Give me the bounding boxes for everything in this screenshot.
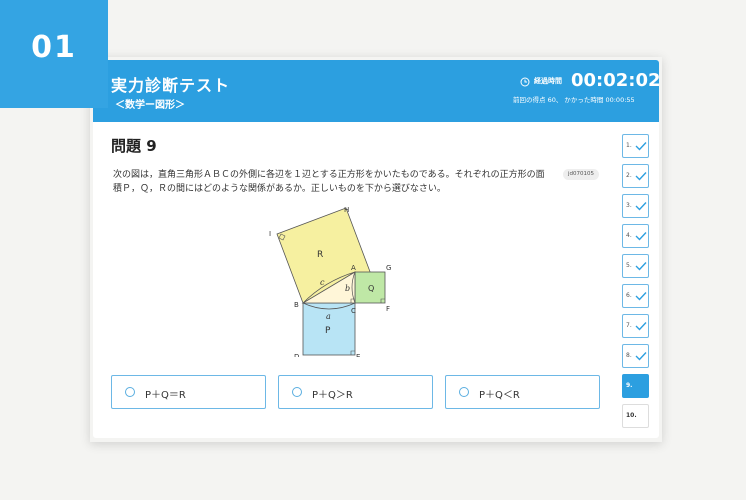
label-b: B	[294, 301, 299, 309]
label-area-r: R	[317, 250, 323, 260]
label-area-p: P	[325, 326, 331, 336]
test-card: 実力診断テスト ＜数学ー図形＞ 経過時間 00:02:02 前回の得点 60、 …	[93, 60, 659, 438]
timer-label: 経過時間	[534, 77, 562, 85]
radio-button[interactable]	[292, 387, 302, 397]
question-nav-label: 4.	[626, 232, 632, 239]
question-nav-label: 6.	[626, 292, 632, 299]
label-c: C	[351, 307, 356, 315]
label-f: F	[386, 305, 390, 313]
question-nav-label: 1.	[626, 142, 632, 149]
check-icon	[635, 232, 647, 241]
question-nav-9[interactable]: 9.	[622, 374, 649, 398]
question-nav-label: 8.	[626, 352, 632, 359]
elapsed-timer: 00:02:02	[571, 70, 659, 91]
check-icon	[635, 352, 647, 361]
clock-icon	[520, 77, 530, 87]
test-title: 実力診断テスト	[111, 76, 231, 95]
label-side-a: a	[326, 312, 331, 321]
question-nav-label: 3.	[626, 202, 632, 209]
question-nav-2[interactable]: 2.	[622, 164, 649, 188]
test-subtitle: ＜数学ー図形＞	[115, 100, 185, 111]
radio-button[interactable]	[459, 387, 469, 397]
answer-option-1[interactable]: P＋Q＝R	[111, 375, 266, 409]
question-nav-label: 7.	[626, 322, 632, 329]
question-nav-4[interactable]: 4.	[622, 224, 649, 248]
previous-result: 前回の得点 60、 かかった時間 00:00:55	[513, 96, 635, 104]
check-icon	[635, 262, 647, 271]
step-badge: 01	[0, 0, 108, 108]
question-nav-5[interactable]: 5.	[622, 254, 649, 278]
question-nav-8[interactable]: 8.	[622, 344, 649, 368]
label-e: E	[356, 353, 360, 357]
question-id-badge: jd070105	[563, 169, 599, 180]
question-nav-6[interactable]: 6.	[622, 284, 649, 308]
check-icon	[635, 142, 647, 151]
label-h: H	[344, 207, 349, 214]
label-side-c: c	[320, 278, 325, 287]
step-number: 01	[31, 30, 77, 65]
question-nav-label: 10.	[626, 412, 637, 419]
label-g: G	[386, 264, 391, 272]
pythagoras-figure: H I A G B C F D E R P Q c a b	[269, 207, 391, 357]
answer-option-2[interactable]: P＋Q＞R	[278, 375, 433, 409]
answer-option-3[interactable]: P＋Q＜R	[445, 375, 600, 409]
label-i: I	[269, 230, 271, 238]
check-icon	[635, 292, 647, 301]
answer-label: P＋Q＜R	[479, 390, 520, 401]
radio-button[interactable]	[125, 387, 135, 397]
question-nav-label: 9.	[626, 382, 633, 389]
check-icon	[635, 202, 647, 211]
test-header: 実力診断テスト ＜数学ー図形＞ 経過時間 00:02:02 前回の得点 60、 …	[93, 60, 659, 122]
question-nav-label: 2.	[626, 172, 632, 179]
label-a: A	[351, 264, 356, 272]
check-icon	[635, 322, 647, 331]
question-text: 次の図は，直角三角形ＡＢＣの外側に各辺を１辺とする正方形をかいたものである。それ…	[113, 170, 545, 194]
question-nav-7[interactable]: 7.	[622, 314, 649, 338]
label-side-b: b	[345, 284, 350, 293]
question-nav-10[interactable]: 10.	[622, 404, 649, 428]
question-nav-3[interactable]: 3.	[622, 194, 649, 218]
label-d: D	[294, 353, 299, 357]
question-nav-1[interactable]: 1.	[622, 134, 649, 158]
answer-label: P＋Q＝R	[145, 390, 186, 401]
label-area-q: Q	[368, 284, 374, 293]
answer-label: P＋Q＞R	[312, 390, 353, 401]
check-icon	[635, 172, 647, 181]
question-nav-label: 5.	[626, 262, 632, 269]
question-title: 問題 9	[111, 137, 157, 155]
